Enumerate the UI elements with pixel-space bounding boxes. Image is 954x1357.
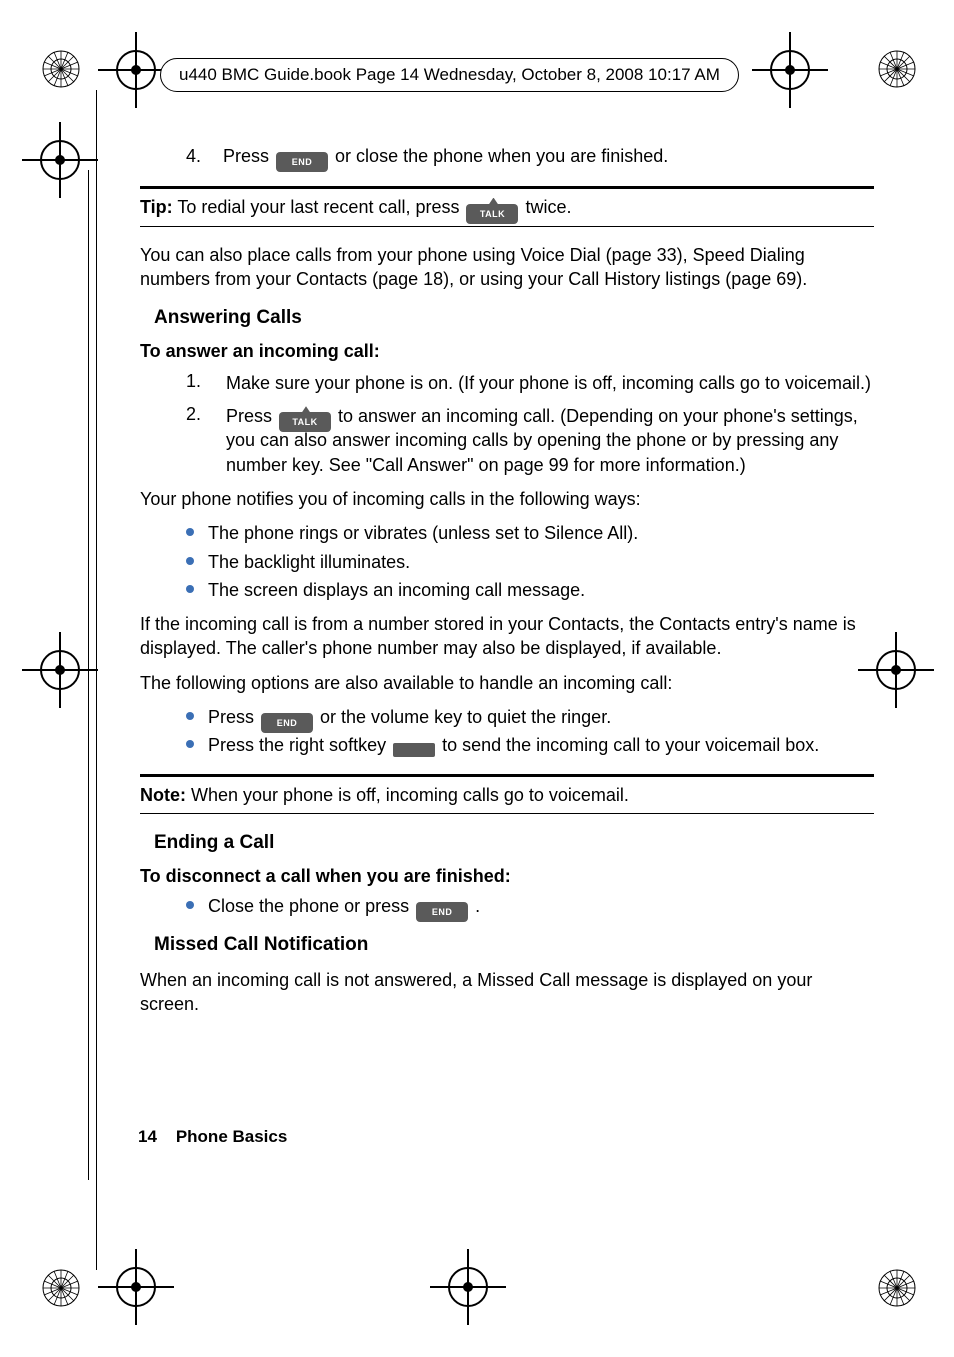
step-4-text-after: or close the phone when you are finished… [335, 146, 668, 166]
end-key-icon: END [416, 897, 468, 917]
step-4: 4. Press END or close the phone when you… [186, 144, 874, 168]
crosshair-left-upper [40, 140, 80, 180]
option-2-after: to send the incoming call to your voicem… [442, 735, 819, 755]
tip-label: Tip: [140, 197, 173, 217]
talk-key-icon: TALK [279, 407, 331, 427]
page-root: { "header": { "running_text": "u440 BMC … [0, 0, 954, 1357]
note-rule-bottom [140, 813, 874, 814]
notify-lead: Your phone notifies you of incoming call… [140, 487, 874, 511]
crop-line-left2 [88, 170, 89, 1180]
running-header: u440 BMC Guide.book Page 14 Wednesday, O… [120, 55, 874, 95]
crop-line-left [96, 90, 97, 1270]
answer-step-2: 2. Press TALK to answer an incoming call… [186, 402, 874, 477]
notify-list: The phone rings or vibrates (unless set … [186, 521, 874, 602]
step-4-text-before: Press [223, 146, 274, 166]
options-lead: The following options are also available… [140, 671, 874, 695]
answer-step-2-before: Press [226, 406, 277, 426]
ending-before: Close the phone or press [208, 896, 414, 916]
tip-rule-bottom [140, 226, 874, 227]
crosshair-right-mid [876, 650, 916, 690]
note-rule-top [140, 774, 874, 777]
ending-after: . [475, 896, 480, 916]
end-key-icon: END [261, 708, 313, 728]
options-list: Press END or the volume key to quiet the… [186, 705, 874, 758]
tip-text-after: twice. [526, 197, 572, 217]
answer-step-1-text: Make sure your phone is on. (If your pho… [226, 371, 874, 395]
talk-key-icon: TALK [466, 199, 518, 219]
note-text: When your phone is off, incoming calls g… [191, 785, 629, 805]
crosshair-bottom-center [448, 1267, 488, 1307]
registration-mark-bottom-left [40, 1267, 82, 1309]
notify-item-1: The phone rings or vibrates (unless set … [186, 521, 874, 545]
page-number: 14 [138, 1127, 157, 1146]
softkey-icon [393, 737, 435, 757]
section-name: Phone Basics [176, 1127, 288, 1146]
notify-item-3: The screen displays an incoming call mes… [186, 578, 874, 602]
option-2-before: Press the right softkey [208, 735, 391, 755]
missed-call-para: When an incoming call is not answered, a… [140, 968, 874, 1017]
to-answer-subhead: To answer an incoming call: [140, 339, 874, 363]
crosshair-left-mid [40, 650, 80, 690]
note-label: Note: [140, 785, 186, 805]
option-1-after: or the volume key to quiet the ringer. [320, 707, 611, 727]
tip-rule-top [140, 186, 874, 189]
voice-dial-para: You can also place calls from your phone… [140, 243, 874, 292]
answer-step-1-num: 1. [186, 369, 218, 393]
answering-calls-heading: Answering Calls [154, 305, 874, 331]
option-1: Press END or the volume key to quiet the… [186, 705, 874, 729]
contacts-para: If the incoming call is from a number st… [140, 612, 874, 661]
notify-item-2: The backlight illuminates. [186, 550, 874, 574]
missed-call-heading: Missed Call Notification [154, 932, 874, 958]
page-footer: 14 Phone Basics [138, 1127, 287, 1147]
option-2: Press the right softkey to send the inco… [186, 733, 874, 757]
registration-mark-bottom-right [876, 1267, 918, 1309]
running-header-text: u440 BMC Guide.book Page 14 Wednesday, O… [160, 58, 739, 92]
page-content: 4. Press END or close the phone when you… [140, 140, 874, 1026]
step-4-num: 4. [186, 144, 218, 168]
registration-mark-top-right [876, 48, 918, 90]
ending-call-heading: Ending a Call [154, 830, 874, 856]
option-1-before: Press [208, 707, 259, 727]
tip-text-before: To redial your last recent call, press [177, 197, 464, 217]
answer-step-1: 1. Make sure your phone is on. (If your … [186, 369, 874, 396]
ending-list: Close the phone or press END . [186, 894, 874, 918]
crosshair-bottom-left2 [116, 1267, 156, 1307]
note-block: Note: When your phone is off, incoming c… [140, 783, 874, 807]
tip-block: Tip: To redial your last recent call, pr… [140, 195, 874, 219]
ending-item: Close the phone or press END . [186, 894, 874, 918]
to-disconnect-subhead: To disconnect a call when you are finish… [140, 864, 874, 888]
registration-mark-top-left [40, 48, 82, 90]
answer-step-2-num: 2. [186, 402, 218, 426]
end-key-icon: END [276, 147, 328, 167]
